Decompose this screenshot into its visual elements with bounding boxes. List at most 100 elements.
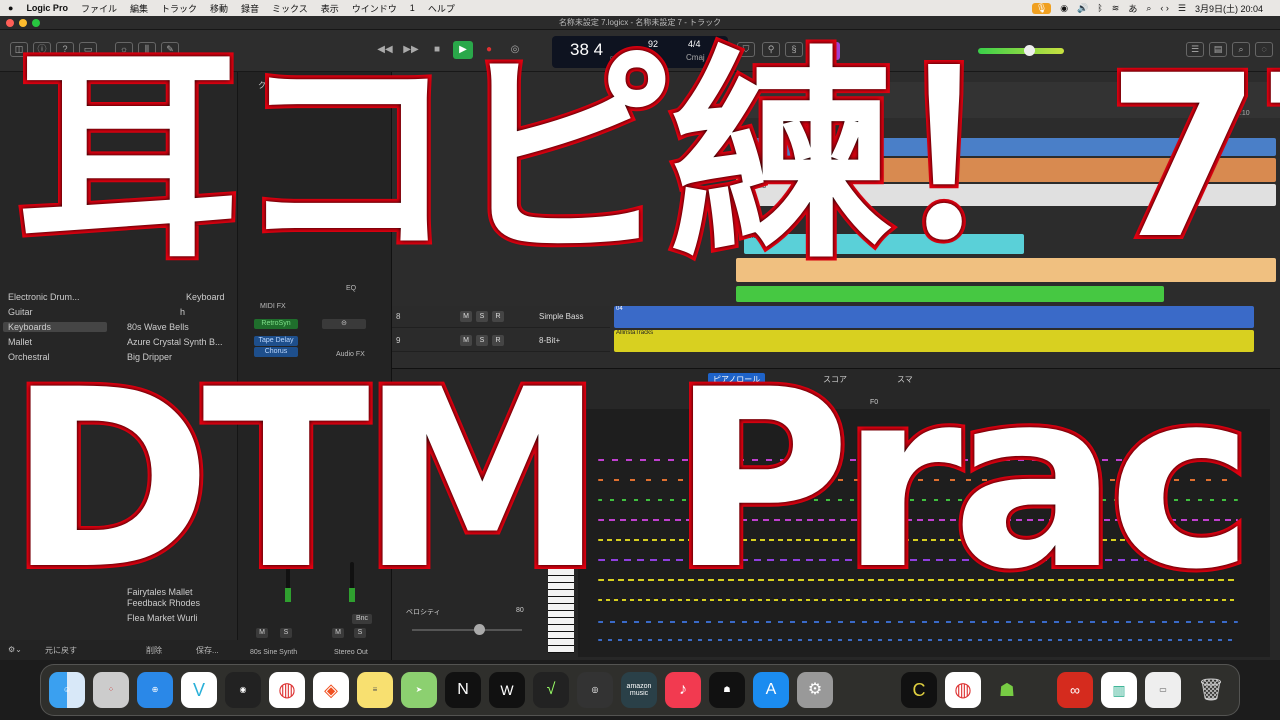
solo-button[interactable]: S xyxy=(354,628,366,638)
track-mute-button[interactable]: M xyxy=(460,335,472,346)
finder-icon[interactable]: ☺ xyxy=(49,672,85,708)
lcd-display[interactable]: 38 4 BEAT 92 4/4 Cmaj xyxy=(552,36,728,68)
menu-edit[interactable]: 編集 xyxy=(130,2,148,15)
menu-track[interactable]: トラック xyxy=(161,2,197,15)
input-method-icon[interactable]: あ xyxy=(1128,2,1137,15)
tuner-icon[interactable]: ⛉ xyxy=(737,42,755,57)
apple-menu-icon[interactable]: ● xyxy=(8,3,13,13)
track-record-button[interactable]: R xyxy=(492,335,504,346)
amazon-music-icon[interactable]: amazon music xyxy=(621,672,657,708)
library-category[interactable]: Electronic Drum... xyxy=(8,292,80,302)
clock[interactable]: 3月9日(土) 20:04 xyxy=(1195,2,1263,15)
eq-label[interactable]: EQ xyxy=(346,285,356,292)
track-solo-button[interactable]: S xyxy=(476,311,488,322)
mixer-icon[interactable]: ⫼ xyxy=(138,42,156,57)
revert-button[interactable]: 元に戻す xyxy=(45,645,77,656)
menu-record[interactable]: 録音 xyxy=(241,2,259,15)
ruler[interactable]: 0:30 0:50 13 21 2:10 xyxy=(736,82,1280,118)
loop-browser-icon[interactable]: ◌ xyxy=(1255,42,1273,57)
note-row[interactable] xyxy=(598,599,1238,601)
note-row[interactable] xyxy=(598,639,1238,641)
track-mute-button[interactable]: M xyxy=(460,311,472,322)
editors-icon[interactable]: ✎ xyxy=(161,42,179,57)
close-window-icon[interactable] xyxy=(6,19,14,27)
numbers-icon[interactable]: ▥ xyxy=(1101,672,1137,708)
maps-icon[interactable]: ➤ xyxy=(401,672,437,708)
preview-icon[interactable]: ▭ xyxy=(1145,672,1181,708)
mute-button[interactable]: M xyxy=(332,628,344,638)
count-in-icon[interactable]: § xyxy=(785,42,803,57)
track-header[interactable]: 8 M S R Simple Bass xyxy=(392,306,610,328)
quick-help-icon[interactable]: ? xyxy=(56,42,74,57)
menu-1[interactable]: 1 xyxy=(410,3,415,13)
velocity-slider[interactable] xyxy=(412,629,522,631)
smart-controls-icon[interactable]: ☼ xyxy=(115,42,133,57)
zoom-window-icon[interactable] xyxy=(32,19,40,27)
v-app-icon[interactable]: V xyxy=(181,672,217,708)
note-row[interactable] xyxy=(598,579,1238,581)
note-row[interactable] xyxy=(598,621,1238,623)
mute-button[interactable]: M xyxy=(256,628,268,638)
android-icon[interactable]: ☗ xyxy=(989,672,1025,708)
tab-piano-roll[interactable]: ピアノロール xyxy=(708,373,766,386)
cpu-badge[interactable]: ≈34 xyxy=(818,42,840,60)
instrument-plugin-slot[interactable]: RetroSyn xyxy=(254,319,298,329)
track-solo-button[interactable]: S xyxy=(476,335,488,346)
note-row[interactable] xyxy=(598,499,1238,501)
menu-file[interactable]: ファイル xyxy=(81,2,117,15)
lcd-tempo[interactable]: 92 xyxy=(648,39,658,49)
tab-smart-tempo[interactable]: スマ xyxy=(892,373,918,386)
solo-button[interactable]: S xyxy=(280,628,292,638)
spotlight-icon[interactable]: ⌕ xyxy=(1146,3,1151,14)
library-category[interactable]: Guitar xyxy=(8,307,33,317)
davinci-icon[interactable]: ◉ xyxy=(225,672,261,708)
toolbar-icon[interactable]: ▭ xyxy=(79,42,97,57)
stop-icon[interactable]: ■ xyxy=(427,41,447,59)
track-region[interactable] xyxy=(736,138,1276,156)
mic-icon[interactable]: 🎙 xyxy=(1031,2,1052,14)
c-app-icon[interactable]: C xyxy=(901,672,937,708)
track-name[interactable]: Simple Bass xyxy=(539,312,583,321)
note-row[interactable] xyxy=(598,459,1238,461)
control-center-icon[interactable]: ☰ xyxy=(1178,3,1186,14)
n-app-icon[interactable]: N xyxy=(445,672,481,708)
note-row[interactable] xyxy=(598,479,1238,481)
library-patch[interactable]: Keyboard xyxy=(186,292,225,302)
track-header[interactable]: 9 M S R 8-Bit+ xyxy=(392,330,610,352)
library-patch[interactable]: Feedback Rhodes xyxy=(127,598,200,608)
library-category-selected[interactable]: Keyboards xyxy=(3,322,107,332)
library-patch[interactable]: Azure Crystal Synth B... xyxy=(127,337,223,347)
record-icon[interactable]: ● xyxy=(479,41,499,59)
settings-icon[interactable]: ⚙ xyxy=(797,672,833,708)
bluetooth-icon[interactable]: ᛒ xyxy=(1097,3,1102,13)
creative-cloud-icon[interactable]: ∞ xyxy=(1057,672,1093,708)
notes-icon[interactable]: ≡ xyxy=(357,672,393,708)
library-patch[interactable]: h xyxy=(180,307,185,317)
app-store-icon[interactable]: A xyxy=(753,672,789,708)
launchpad-icon[interactable]: ⁘ xyxy=(93,672,129,708)
library-patch[interactable]: Flea Market Wurli xyxy=(127,613,197,623)
library-patch[interactable]: 80s Wave Bells xyxy=(127,322,189,332)
track-region[interactable] xyxy=(736,158,1276,182)
piano-keyboard[interactable] xyxy=(548,457,574,653)
delete-button[interactable]: 削除 xyxy=(146,645,162,656)
track-region-electric-piano[interactable]: ctric Piano xyxy=(736,184,1276,206)
audio-fx-label[interactable]: Audio FX xyxy=(336,351,365,358)
save-button[interactable]: 保存... xyxy=(196,645,219,656)
library-icon[interactable]: ◫ xyxy=(10,42,28,57)
menu-mix[interactable]: ミックス xyxy=(272,2,308,15)
track-region-analog[interactable]: Analog M xyxy=(744,234,1024,254)
chrome-icon[interactable]: ◍ xyxy=(945,672,981,708)
nav-arrows-icon[interactable]: ‹ › xyxy=(1160,3,1169,13)
track-region[interactable] xyxy=(736,258,1276,282)
bounce-button[interactable]: Bnc xyxy=(352,614,372,624)
send-slot-1[interactable]: Tape Delay xyxy=(254,336,298,346)
lcd-signature[interactable]: 4/4 xyxy=(688,39,701,49)
menu-help[interactable]: ヘルプ xyxy=(428,2,455,15)
lcd-key[interactable]: Cmaj xyxy=(686,53,705,62)
volume-icon[interactable]: 🔊 xyxy=(1077,3,1088,14)
trash-icon[interactable]: 🗑 xyxy=(1193,672,1229,708)
wifi-icon[interactable]: ≋ xyxy=(1112,3,1120,14)
library-category[interactable]: Mallet xyxy=(8,337,32,347)
minimize-window-icon[interactable] xyxy=(19,19,27,27)
